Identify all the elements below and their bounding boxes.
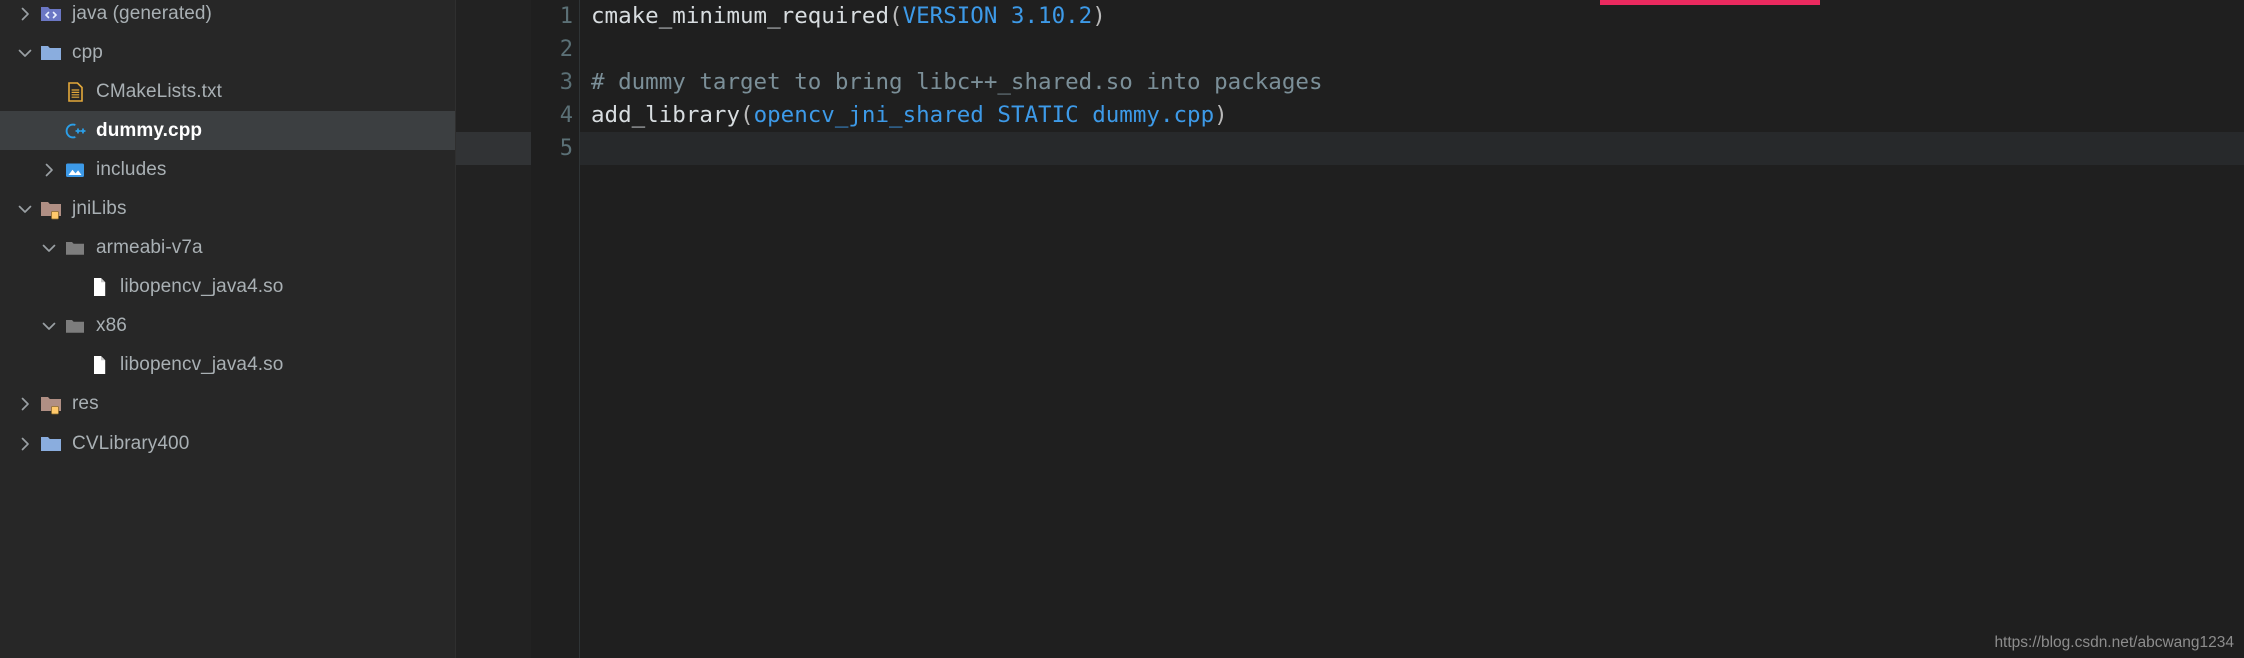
code-editor: 12345 cmake_minimum_required(VERSION 3.1… — [456, 0, 2244, 658]
tree-item-cvlibrary400[interactable]: CVLibrary400 — [0, 424, 455, 463]
current-line-gutter-highlight — [456, 132, 531, 165]
ide-window: java (generated) cpp CMakeLists.txt dummy.c… — [0, 0, 2244, 658]
cmake-file-icon — [63, 80, 87, 104]
line-number: 1 — [559, 4, 573, 29]
code-token-arg: opencv_jni_shared STATIC dummy.cpp — [753, 102, 1215, 128]
tree-item-label: jniLibs — [72, 198, 127, 220]
tree-item-label: includes — [96, 158, 167, 180]
code-text-area[interactable]: cmake_minimum_required(VERSION 3.10.2) #… — [580, 0, 2244, 658]
chevron-right-icon[interactable] — [14, 433, 36, 455]
tree-item-libopencv-java4-so[interactable]: libopencv_java4.so — [0, 268, 455, 307]
code-line[interactable]: add_library(opencv_jni_shared STATIC dum… — [580, 99, 2244, 132]
code-token-arg: VERSION 3.10.2 — [902, 3, 1093, 29]
folder-resource-icon — [39, 392, 63, 416]
folder-blue-icon — [39, 432, 63, 456]
tree-item-label: libopencv_java4.so — [120, 276, 284, 298]
line-number: 3 — [559, 70, 573, 95]
accent-bar — [1600, 0, 1820, 5]
chevron-down-icon[interactable] — [14, 198, 36, 220]
chevron-right-icon[interactable] — [14, 3, 36, 25]
chevron-right-icon[interactable] — [38, 159, 60, 181]
tree-item-java-generated[interactable]: java (generated) — [0, 0, 455, 33]
code-line[interactable]: cmake_minimum_required(VERSION 3.10.2) — [580, 0, 2244, 33]
tree-item-label: CMakeLists.txt — [96, 80, 222, 102]
line-number: 4 — [559, 103, 573, 128]
tree-item-res[interactable]: res — [0, 385, 455, 424]
tree-item-x86[interactable]: x86 — [0, 307, 455, 346]
chevron-down-icon[interactable] — [14, 42, 36, 64]
cpp-file-icon — [63, 119, 87, 143]
code-token-punct: ( — [740, 102, 754, 128]
includes-folder-icon — [63, 158, 87, 182]
tree-item-cmakelists-txt[interactable]: CMakeLists.txt — [0, 72, 455, 111]
line-number-column: 1 2 3 4 5 — [531, 0, 580, 658]
tree-item-label: cpp — [72, 41, 103, 63]
java-generated-folder-icon — [39, 2, 63, 26]
tree-item-label: CVLibrary400 — [72, 432, 190, 454]
tree-item-armeabi-v7a[interactable]: armeabi-v7a — [0, 229, 455, 268]
watermark-text: https://blog.csdn.net/abcwang1234 — [1994, 634, 2234, 651]
editor-gutter-margin — [456, 0, 531, 658]
code-token-plain: add_library — [591, 102, 741, 128]
code-token-punct: ( — [889, 3, 903, 29]
project-tree: java (generated) cpp CMakeLists.txt dummy.c… — [0, 0, 455, 463]
tree-item-includes[interactable]: includes — [0, 150, 455, 189]
code-line[interactable] — [580, 33, 2244, 66]
tree-item-jnilibs[interactable]: jniLibs — [0, 189, 455, 228]
code-token-punct: ) — [1092, 3, 1106, 29]
code-token-plain: cmake_minimum_required — [591, 3, 890, 29]
folder-gray-icon — [63, 314, 87, 338]
tree-item-libopencv-java4-so[interactable]: libopencv_java4.so — [0, 346, 455, 385]
chevron-right-icon[interactable] — [14, 393, 36, 415]
code-token-comment: # dummy target to bring libc++_shared.so… — [591, 69, 1323, 95]
folder-blue-icon — [39, 41, 63, 65]
tree-item-label: libopencv_java4.so — [120, 354, 284, 376]
file-generic-icon — [87, 353, 111, 377]
code-line[interactable]: # dummy target to bring libc++_shared.so… — [580, 66, 2244, 99]
file-generic-icon — [87, 275, 111, 299]
code-token-punct: ) — [1214, 102, 1228, 128]
tree-item-cpp[interactable]: cpp — [0, 33, 455, 72]
chevron-down-icon[interactable] — [38, 315, 60, 337]
line-number: 5 — [559, 136, 573, 161]
tree-item-label: armeabi-v7a — [96, 237, 203, 259]
tree-item-label: java (generated) — [72, 2, 212, 24]
chevron-down-icon[interactable] — [38, 237, 60, 259]
line-number: 2 — [559, 37, 573, 62]
folder-resource-icon — [39, 197, 63, 221]
tree-item-label: dummy.cpp — [96, 119, 203, 141]
tree-item-dummy-cpp[interactable]: dummy.cpp — [0, 111, 455, 151]
tree-item-label: x86 — [96, 315, 127, 337]
tree-item-label: res — [72, 393, 99, 415]
folder-gray-icon — [63, 236, 87, 260]
project-tree-sidebar: java (generated) cpp CMakeLists.txt dummy.c… — [0, 0, 456, 658]
code-line[interactable] — [580, 132, 2244, 165]
